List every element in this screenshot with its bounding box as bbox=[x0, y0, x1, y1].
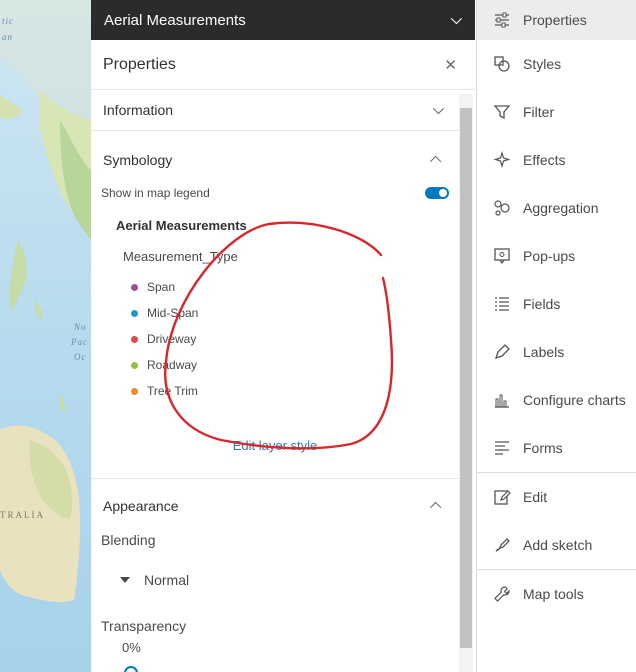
legend-symbol-dot bbox=[131, 283, 138, 291]
panel-title-row: Properties ✕ bbox=[91, 40, 475, 90]
filter-icon bbox=[493, 105, 511, 120]
map-ocean-label: No bbox=[74, 322, 87, 332]
chevron-down-icon[interactable] bbox=[450, 12, 463, 25]
map-ocean-label: Oc bbox=[74, 352, 87, 362]
list-icon bbox=[495, 297, 509, 311]
label-tag-icon bbox=[494, 344, 510, 360]
blending-value: Normal bbox=[144, 572, 190, 588]
properties-panel: Aerial Measurements Properties ✕ Informa… bbox=[91, 0, 475, 672]
section-information-label: Information bbox=[103, 102, 174, 118]
legend-symbol-dot bbox=[131, 335, 138, 343]
map-ocean-label: Pac bbox=[71, 337, 88, 347]
toolbar-item-label: Configure charts bbox=[523, 392, 626, 408]
blending-select[interactable]: Normal bbox=[91, 560, 475, 600]
chevron-down-icon[interactable] bbox=[432, 102, 445, 115]
map-ocean-label: tic bbox=[2, 16, 14, 26]
legend-field-name: Measurement_Type bbox=[123, 249, 238, 264]
section-symbology-header[interactable]: Symbology bbox=[91, 140, 475, 180]
toolbar-item-fields[interactable]: Fields bbox=[477, 280, 636, 328]
panel-scroll-area[interactable]: Information Symbology Show in map legend… bbox=[91, 90, 475, 672]
toolbar-item-label: Effects bbox=[523, 152, 566, 168]
chart-icon bbox=[495, 394, 509, 408]
toolbar-item-forms[interactable]: Forms bbox=[477, 424, 636, 472]
legend-symbol-dot bbox=[131, 361, 138, 369]
toolbar-item-label: Labels bbox=[523, 344, 565, 360]
form-icon bbox=[495, 441, 509, 455]
sparkle-icon bbox=[493, 151, 511, 169]
toolbar-item-label: Styles bbox=[523, 56, 562, 72]
sketch-pen-icon bbox=[495, 538, 510, 552]
legend-layer-title: Aerial Measurements bbox=[116, 218, 247, 233]
scrollbar[interactable] bbox=[459, 94, 473, 672]
legend-item-label: Driveway bbox=[147, 332, 197, 346]
panel-title: Properties bbox=[103, 55, 176, 73]
section-appearance-label: Appearance bbox=[103, 498, 179, 514]
aggregation-icon bbox=[494, 200, 510, 216]
toolbar-item-label: Aggregation bbox=[523, 200, 599, 216]
toolbar-item-labels[interactable]: Labels bbox=[477, 328, 636, 376]
transparency-slider-handle[interactable] bbox=[124, 666, 138, 672]
toolbar-item-label: Add sketch bbox=[523, 537, 593, 553]
toolbar-item-edit[interactable]: Edit bbox=[477, 473, 636, 521]
layer-header-title: Aerial Measurements bbox=[104, 11, 246, 29]
legend-list: Span Mid-Span Driveway Roadway Tree Trim bbox=[91, 264, 475, 404]
toolbar-item-label: Filter bbox=[523, 104, 555, 120]
toolbar-item-label: Edit bbox=[523, 489, 548, 505]
map-land-label: TRALIA bbox=[0, 510, 45, 520]
sliders-icon bbox=[495, 12, 509, 28]
toggle-knob bbox=[439, 189, 447, 197]
section-information-header[interactable]: Information bbox=[91, 90, 475, 130]
legend-item-label: Span bbox=[147, 280, 176, 294]
toolbar-item-pop-ups[interactable]: Pop-ups bbox=[477, 232, 636, 280]
right-toolbar: Properties Styles Filter Effects Aggregation… bbox=[476, 0, 636, 672]
legend-item-label: Tree Trim bbox=[147, 384, 198, 398]
show-in-legend-toggle[interactable] bbox=[425, 187, 449, 199]
legend-item-label: Roadway bbox=[147, 358, 198, 372]
chevron-up-icon[interactable] bbox=[429, 155, 442, 168]
toolbar-item-aggregation[interactable]: Aggregation bbox=[477, 184, 636, 232]
show-in-legend-row: Show in map legend bbox=[91, 180, 475, 206]
legend-item: Driveway bbox=[131, 326, 475, 352]
show-in-legend-label: Show in map legend bbox=[101, 186, 210, 200]
map-land-shapes bbox=[0, 0, 91, 603]
toolbar-item-label: Fields bbox=[523, 296, 561, 312]
scrollbar-thumb[interactable] bbox=[460, 108, 472, 648]
toolbar-item-label: Pop-ups bbox=[523, 248, 576, 264]
legend-item: Mid-Span bbox=[131, 300, 475, 326]
edit-layer-style-link[interactable]: Edit layer style bbox=[91, 404, 459, 478]
layer-header[interactable]: Aerial Measurements bbox=[91, 0, 475, 40]
blending-label: Blending bbox=[101, 532, 156, 548]
transparency-value: 0% bbox=[122, 640, 141, 655]
legend-item: Roadway bbox=[131, 352, 475, 378]
map-ocean-label: an bbox=[2, 32, 13, 42]
toolbar-item-label: Forms bbox=[523, 440, 563, 456]
legend-symbol-dot bbox=[131, 309, 138, 317]
toolbar-item-label: Map tools bbox=[523, 586, 584, 602]
legend-item: Tree Trim bbox=[131, 378, 475, 404]
section-symbology-label: Symbology bbox=[103, 152, 173, 168]
toolbar-item-label: Properties bbox=[523, 12, 587, 28]
toolbar-item-map-tools[interactable]: Map tools bbox=[477, 570, 636, 618]
shapes-icon bbox=[494, 56, 510, 72]
toolbar-item-styles[interactable]: Styles bbox=[477, 40, 636, 88]
legend-symbol-dot bbox=[131, 387, 138, 395]
legend-item: Span bbox=[131, 274, 475, 300]
toolbar-item-add-sketch[interactable]: Add sketch bbox=[477, 521, 636, 569]
divider bbox=[91, 130, 459, 131]
toolbar-item-filter[interactable]: Filter bbox=[477, 88, 636, 136]
popup-icon bbox=[494, 248, 510, 265]
pencil-square-icon bbox=[494, 490, 511, 505]
legend-item-label: Mid-Span bbox=[147, 306, 199, 320]
section-appearance-header[interactable]: Appearance bbox=[91, 486, 475, 526]
close-icon[interactable]: ✕ bbox=[444, 56, 457, 74]
toolbar-item-properties[interactable]: Properties bbox=[477, 0, 636, 40]
toolbar-item-configure-charts[interactable]: Configure charts bbox=[477, 376, 636, 424]
transparency-label: Transparency bbox=[101, 618, 187, 634]
chevron-up-icon[interactable] bbox=[429, 501, 442, 514]
toolbar-item-effects[interactable]: Effects bbox=[477, 136, 636, 184]
caret-down-icon bbox=[120, 577, 130, 583]
map-view[interactable]: tic an No Pac Oc TRALIA bbox=[0, 0, 91, 672]
divider bbox=[91, 478, 459, 479]
wrench-icon bbox=[494, 586, 510, 602]
